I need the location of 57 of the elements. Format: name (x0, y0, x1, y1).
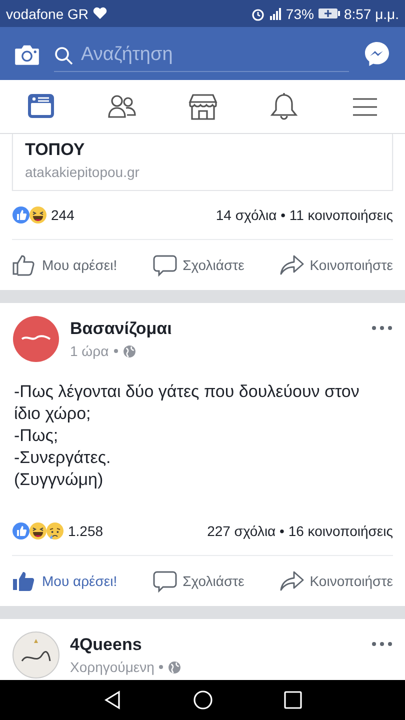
signal-icon (268, 6, 282, 20)
post-text-line: -Πως λέγονται δύο γάτες που δουλεύουν στον ίδιο χώρο; (14, 381, 360, 425)
more-button[interactable] (371, 641, 393, 647)
more-button[interactable] (371, 325, 393, 331)
thumbs-up-icon (12, 569, 36, 593)
author-name[interactable]: Βασανίζομαι (70, 319, 361, 339)
comment-button[interactable]: Σχολιάστε (152, 253, 244, 277)
author-name[interactable]: 4Queens (70, 635, 361, 655)
clock-time: 8:57 μ.μ. (344, 6, 399, 22)
home-button[interactable] (192, 690, 212, 710)
post-text-line: -Πως; (14, 425, 60, 447)
recents-button[interactable] (282, 690, 302, 710)
post-text-line: (Συγγνώμη) (14, 469, 104, 491)
comment-button[interactable]: Σχολιάστε (152, 569, 244, 593)
crying-face-icon (46, 522, 64, 540)
globe-icon (168, 660, 182, 674)
more-icon (371, 641, 393, 647)
dot-icon (114, 349, 118, 353)
back-icon (102, 690, 122, 710)
like-reaction-icon (12, 522, 30, 540)
bell-icon (268, 92, 298, 122)
like-button[interactable]: Μου αρέσει! (12, 253, 118, 277)
reaction-count[interactable]: 1.258 (68, 523, 208, 539)
thumbs-up-icon (12, 253, 36, 277)
home-icon (192, 690, 212, 710)
comment-share-count[interactable]: 14 σχόλια • 11 κοινοποιήσεις (216, 207, 393, 223)
link-title: ΤΟΠΟΥ (25, 140, 86, 160)
more-icon (371, 325, 393, 331)
battery-icon (318, 8, 340, 19)
laughing-face-icon (29, 522, 47, 540)
share-button[interactable]: Κοινοποιήστε (280, 569, 393, 593)
store-icon (188, 92, 218, 122)
share-arrow-icon (280, 569, 304, 593)
link-domain: atakakiepitopou.gr (25, 164, 140, 180)
post-meta: 1 ώρα (70, 343, 109, 359)
dot-icon (159, 665, 164, 669)
speech-bubble-icon (152, 253, 177, 277)
back-button[interactable] (102, 690, 122, 710)
speech-bubble-icon (152, 569, 177, 593)
like-reaction-icon (12, 206, 30, 224)
post-meta: Χορηγούμενη (70, 659, 154, 675)
heart-icon (92, 7, 106, 20)
share-arrow-icon (280, 253, 304, 277)
alarm-icon (250, 6, 265, 20)
recents-icon (282, 690, 302, 710)
battery-percent: 73% (286, 6, 314, 22)
comment-share-count[interactable]: 227 σχόλια • 16 κοινοποιήσεις (207, 523, 393, 539)
carrier-name: vodafone GR (6, 6, 88, 22)
reaction-count[interactable]: 244 (51, 207, 216, 223)
post-text-line: -Συνεργάτες. (14, 447, 112, 469)
share-button[interactable]: Κοινοποιήστε (280, 253, 393, 277)
messenger-icon (363, 40, 391, 68)
messenger-button[interactable] (363, 40, 391, 68)
globe-icon (122, 344, 136, 358)
laughing-face-icon (29, 206, 47, 224)
search-icon (54, 46, 73, 64)
like-button[interactable]: Μου αρέσει! (12, 569, 118, 593)
